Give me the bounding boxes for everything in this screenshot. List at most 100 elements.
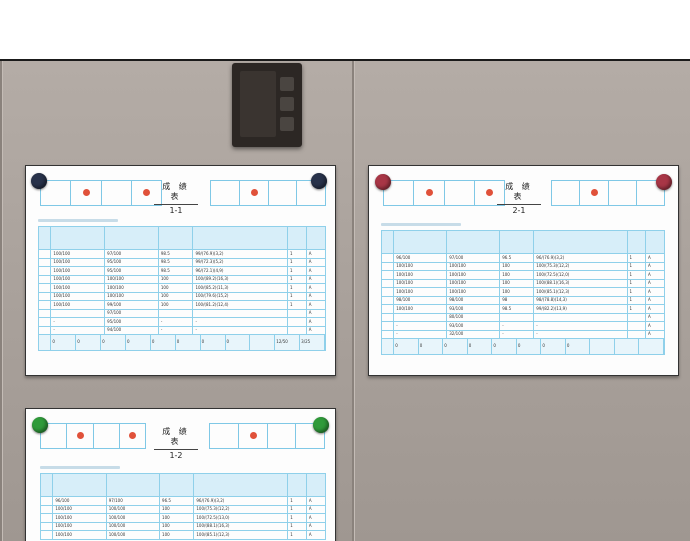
table-header-cell [446, 230, 501, 254]
footer-value: 3/25 [300, 335, 326, 350]
table-cell: 32/100 [446, 329, 501, 339]
table-cell: 100/(75.3)(12,2) [533, 261, 628, 271]
switch-button [280, 77, 294, 91]
table-cell [533, 312, 628, 322]
footer-value: 0 [51, 335, 77, 350]
table-cell: A [644, 253, 666, 263]
footer-value: 0 [443, 339, 468, 354]
table-header-cell [37, 226, 52, 250]
red-stamp-icon [425, 189, 433, 196]
table-header-row [39, 473, 327, 497]
table-row: -32/100- - A [380, 329, 666, 339]
footer-value: 0 [226, 335, 251, 350]
red-stamp-icon [250, 189, 258, 196]
table-cell: A [305, 283, 327, 293]
table-cell: 100/100 [50, 300, 106, 310]
row-label-cell [37, 274, 52, 284]
table-cell: A [644, 304, 666, 314]
table-cell: 1 [286, 274, 307, 284]
table-row: 97/100 A [37, 308, 327, 318]
row-label-cell [37, 300, 52, 310]
table-header-cell [50, 226, 106, 250]
row-label-cell [39, 513, 54, 523]
table-cell: 100 [499, 270, 535, 280]
table-cell: 1 [626, 253, 646, 263]
switch-button [280, 97, 294, 111]
table-cell: 100 [159, 530, 195, 540]
table-cell: 100 [159, 504, 195, 514]
row-label-cell [37, 308, 52, 318]
table-cell: - [50, 317, 106, 327]
table-cell [286, 317, 307, 327]
table-cell: 100/(85.1)(12,3) [533, 287, 628, 297]
row-label-cell [380, 304, 395, 314]
table-cell: 100/(75.3)(12,2) [193, 504, 289, 514]
row-label-cell [380, 287, 395, 297]
footer-label-cell [37, 334, 52, 351]
switch-panel-face [240, 71, 276, 137]
wall-switch-panel [232, 63, 302, 147]
table-cell: 100/100 [446, 261, 501, 271]
table-header-cell [104, 226, 159, 250]
table-cell: 97/100 [104, 308, 159, 318]
table-cell: A [644, 287, 666, 297]
table-cell: A [644, 270, 666, 280]
score-table: 96/100 97/100 96.5 96/(76.9)(3,2) 1 A 100/100 1… [380, 230, 666, 355]
table-header-cell [286, 226, 307, 250]
table-cell: 100/100 [52, 530, 107, 540]
table-cell: 1 [286, 266, 307, 276]
header-cell [445, 181, 475, 205]
table-cell: A [305, 530, 327, 540]
red-stamp-icon [76, 432, 84, 439]
row-label-cell [37, 291, 52, 301]
table-footer-row: 00000000 [380, 338, 665, 355]
table-cell: 100/100 [52, 504, 107, 514]
table-cell: 96.5 [159, 496, 195, 506]
sheet-title-text: 成 绩 表 [162, 427, 190, 446]
header-box-left [40, 180, 162, 206]
magnet-icon [313, 417, 329, 433]
table-header-cell [305, 226, 327, 250]
table-cell: 100/100 [50, 283, 106, 293]
footer-value: 0 [517, 339, 542, 354]
table-cell: 100/100 [105, 504, 161, 514]
table-cell: 100 [157, 283, 194, 293]
table-cell: 1 [287, 513, 307, 523]
blurred-info-line [38, 219, 118, 222]
table-cell [286, 308, 307, 318]
table-header-cell [52, 473, 107, 497]
table-cell: 98.5 [157, 257, 194, 267]
sheet-title: 成 绩 表 2-1 [497, 182, 541, 216]
table-cell: 1 [626, 295, 646, 305]
table-cell: 99/(72.3)(5,2) [192, 257, 288, 267]
header-box-left [40, 423, 146, 449]
table-cell: A [644, 321, 666, 331]
table-cell: 100 [159, 513, 195, 523]
footer-value: 0 [151, 335, 176, 350]
table-cell: A [305, 513, 327, 523]
table-cell: 100/100 [50, 266, 106, 276]
table-cell: - [192, 325, 288, 335]
table-header-cell [626, 230, 646, 254]
table-cell: 1 [286, 283, 307, 293]
table-cell: 100/100 [104, 291, 159, 301]
table-cell: 100/100 [50, 291, 106, 301]
table-cell: 100 [499, 261, 535, 271]
table-cell: 98 [499, 295, 535, 305]
table-cell: 100 [157, 300, 194, 310]
table-footer-row: 0 0 0 0 0 0 0 0 12/50 3/25 [37, 334, 326, 351]
table-cell: 100/100 [50, 257, 106, 267]
table-cell: - [533, 321, 628, 331]
header-cell [552, 181, 581, 205]
table-cell: 1 [626, 278, 646, 288]
header-cell [210, 424, 239, 448]
footer-value [639, 339, 664, 354]
table-header-cell [644, 230, 666, 254]
table-row: 80/100 A [380, 312, 666, 322]
table-cell: 100/100 [105, 530, 161, 540]
table-cell: A [305, 325, 327, 335]
table-cell: A [644, 278, 666, 288]
table-cell: 97/100 [105, 496, 161, 506]
table-cell: 1 [287, 504, 307, 514]
row-label-cell [39, 496, 54, 506]
